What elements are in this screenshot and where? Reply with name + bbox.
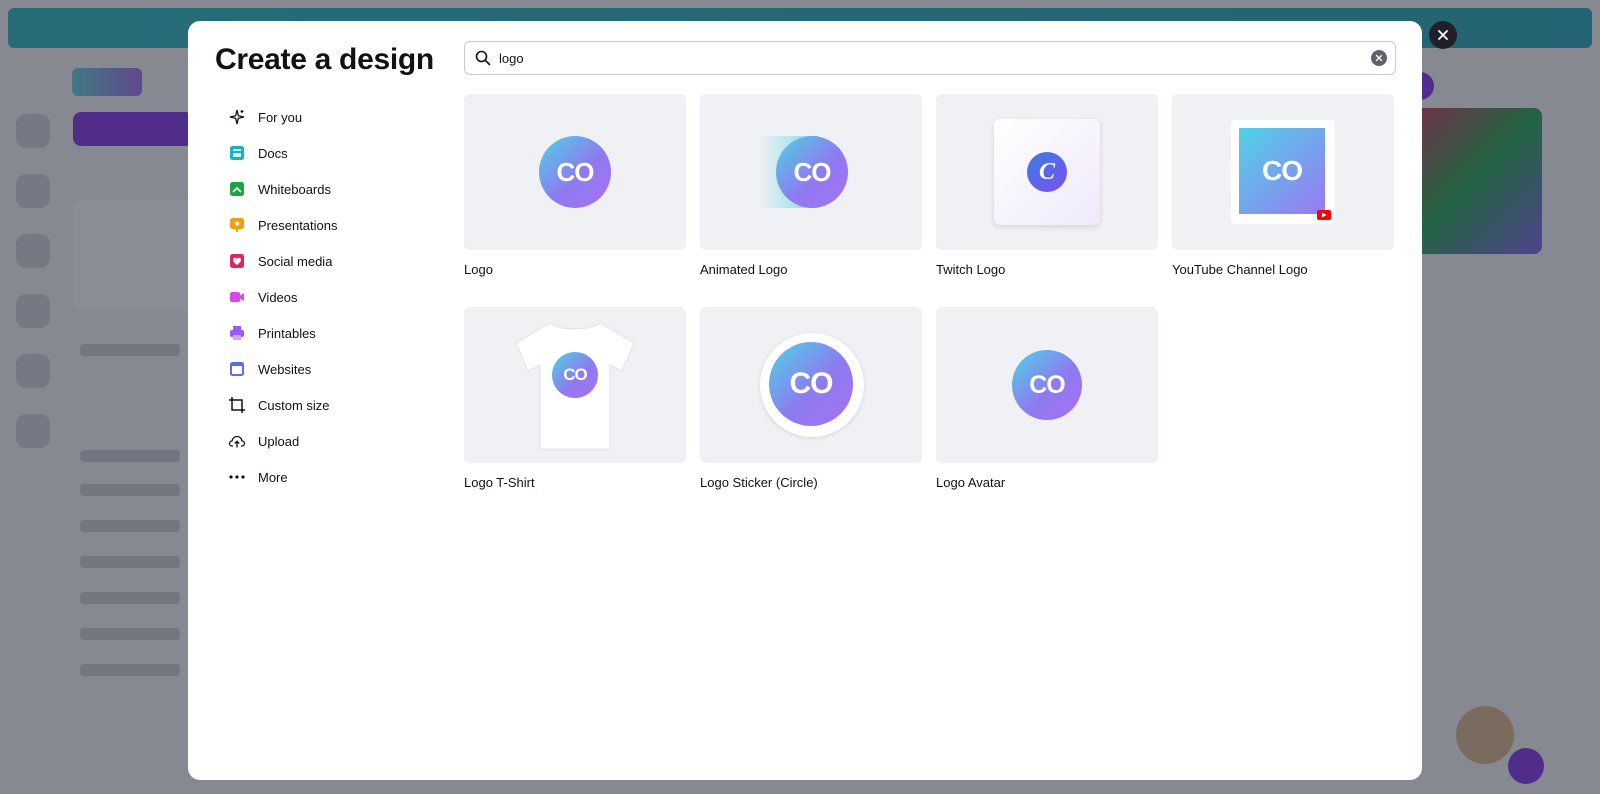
- result-label: Twitch Logo: [936, 262, 1006, 277]
- category-for-you[interactable]: For you: [224, 99, 434, 135]
- printer-icon: [228, 324, 246, 342]
- category-videos[interactable]: Videos: [224, 279, 434, 315]
- logo-mark: CO: [769, 342, 853, 426]
- result-card-logo-avatar[interactable]: CO Logo Avatar: [936, 307, 1158, 490]
- result-thumbnail: CO: [936, 307, 1158, 463]
- logo-mark: CO: [1012, 350, 1082, 420]
- category-upload[interactable]: Upload: [224, 423, 434, 459]
- search-icon: [475, 50, 491, 66]
- search-bar: [464, 41, 1396, 75]
- logo-mark: CO: [539, 136, 611, 208]
- logo-mark: CO: [776, 136, 848, 208]
- category-label: Social media: [258, 253, 333, 269]
- close-icon: [1375, 54, 1383, 62]
- youtube-icon: [1317, 210, 1331, 220]
- docs-icon: [228, 144, 246, 162]
- result-label: Logo: [464, 262, 493, 277]
- result-thumbnail: CO: [1172, 94, 1394, 250]
- result-card-animated-logo[interactable]: CO Animated Logo: [700, 94, 922, 277]
- category-label: Websites: [258, 361, 312, 377]
- result-label: Logo Sticker (Circle): [700, 475, 818, 490]
- category-label: Presentations: [258, 217, 338, 233]
- result-label: Logo Avatar: [936, 475, 1006, 490]
- result-thumbnail: CO: [464, 307, 686, 463]
- logo-mark: C: [1027, 152, 1067, 192]
- result-card-youtube-channel-logo[interactable]: CO YouTube Channel Logo: [1172, 94, 1394, 277]
- modal-title: Create a design: [215, 43, 434, 76]
- video-icon: [228, 288, 246, 306]
- result-thumbnail: CO: [700, 307, 922, 463]
- result-label: Logo T-Shirt: [464, 475, 535, 490]
- category-label: Upload: [258, 433, 300, 449]
- twitch-frame: C: [994, 119, 1100, 225]
- presentation-icon: [228, 216, 246, 234]
- result-thumbnail: C: [936, 94, 1158, 250]
- website-icon: [228, 360, 246, 378]
- result-card-logo-t-shirt[interactable]: CO Logo T-Shirt: [464, 307, 686, 490]
- category-social-media[interactable]: Social media: [224, 243, 434, 279]
- result-card-logo[interactable]: CO Logo: [464, 94, 686, 277]
- category-label: Videos: [258, 289, 298, 305]
- close-icon: [1438, 30, 1448, 40]
- crop-icon: [228, 396, 246, 414]
- youtube-frame: CO: [1231, 120, 1335, 224]
- result-card-logo-sticker-circle[interactable]: CO Logo Sticker (Circle): [700, 307, 922, 490]
- clear-search-button[interactable]: [1371, 50, 1387, 66]
- category-list: For you Docs Whiteboards Presentations S…: [224, 99, 434, 495]
- close-modal-button[interactable]: [1429, 21, 1457, 49]
- result-thumbnail: CO: [700, 94, 922, 250]
- category-presentations[interactable]: Presentations: [224, 207, 434, 243]
- upload-cloud-icon: [228, 432, 246, 450]
- category-label: Whiteboards: [258, 181, 331, 197]
- category-whiteboards[interactable]: Whiteboards: [224, 171, 434, 207]
- category-printables[interactable]: Printables: [224, 315, 434, 351]
- category-more[interactable]: More: [224, 459, 434, 495]
- category-label: Docs: [258, 145, 288, 161]
- category-docs[interactable]: Docs: [224, 135, 434, 171]
- more-dots-icon: [228, 468, 246, 486]
- result-card-twitch-logo[interactable]: C Twitch Logo: [936, 94, 1158, 277]
- category-websites[interactable]: Websites: [224, 351, 434, 387]
- category-label: Custom size: [258, 397, 330, 413]
- result-thumbnail: CO: [464, 94, 686, 250]
- heart-icon: [228, 252, 246, 270]
- whiteboard-icon: [228, 180, 246, 198]
- result-label: Animated Logo: [700, 262, 788, 277]
- category-custom-size[interactable]: Custom size: [224, 387, 434, 423]
- logo-mark: CO: [552, 352, 598, 398]
- category-label: For you: [258, 109, 303, 125]
- category-label: More: [258, 469, 288, 485]
- create-design-modal: Create a design For you Docs Whiteboards…: [188, 21, 1422, 780]
- sparkle-icon: [228, 108, 246, 126]
- category-label: Printables: [258, 325, 316, 341]
- search-input[interactable]: [499, 48, 1339, 68]
- result-label: YouTube Channel Logo: [1172, 262, 1308, 277]
- logo-mark: CO: [1239, 128, 1325, 214]
